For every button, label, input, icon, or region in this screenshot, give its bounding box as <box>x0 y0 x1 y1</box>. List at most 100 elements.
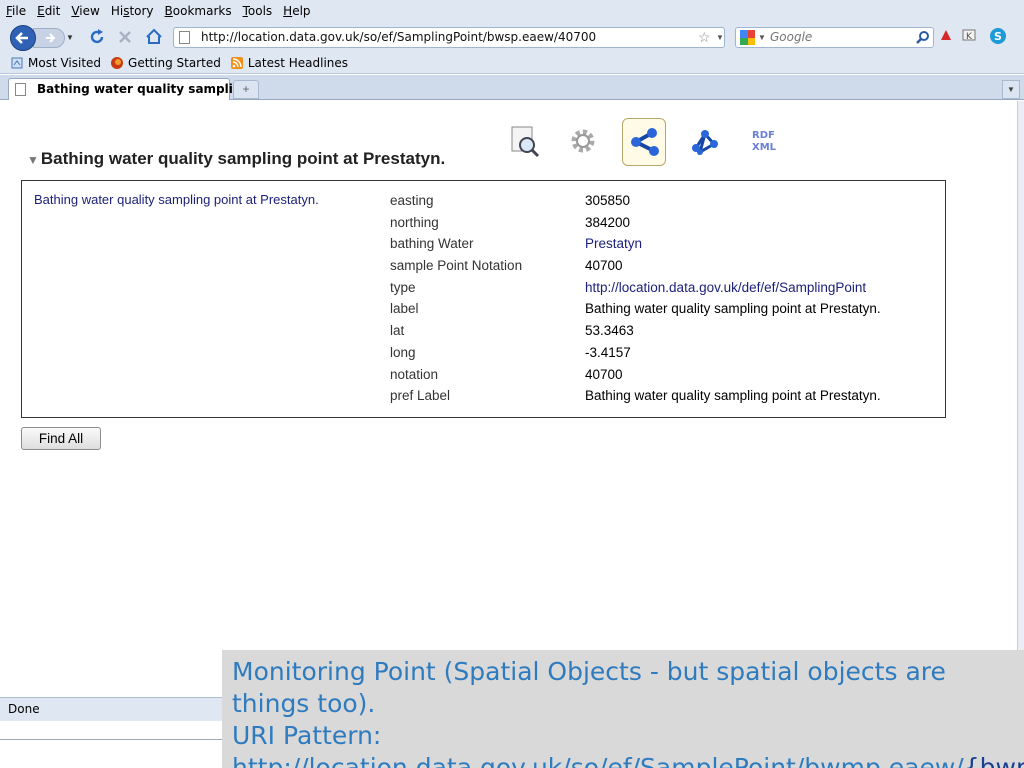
property-value: -3.4157 <box>585 344 631 360</box>
menu-item-accesskey: E <box>37 4 45 18</box>
property-value: 384200 <box>585 214 631 230</box>
page-title: Bathing water quality sampling point at … <box>40 149 446 168</box>
graph-nodes-icon <box>631 128 659 156</box>
google-icon[interactable] <box>740 30 755 45</box>
menu-item-text: dit <box>44 4 61 18</box>
menu-item[interactable]: Help <box>283 4 310 18</box>
view-settings-button[interactable] <box>561 118 605 166</box>
addon-red-icon[interactable] <box>938 27 954 43</box>
view-inspect-button[interactable] <box>503 118 547 166</box>
property-key: easting <box>390 193 434 208</box>
property-value: 53.3463 <box>585 323 634 339</box>
history-dropdown-icon[interactable]: ▼ <box>66 33 74 42</box>
menu-item[interactable]: View <box>71 4 99 18</box>
forward-arrow-icon <box>46 33 56 43</box>
property-key: type <box>390 279 416 295</box>
bookmark-label: Latest Headlines <box>247 55 349 70</box>
home-icon[interactable] <box>145 28 163 46</box>
bookmark-label: Most Visited <box>28 55 102 70</box>
uri-prefix: http://location.data.gov.uk/so/ef/Sample… <box>232 753 964 768</box>
back-button[interactable] <box>10 25 36 51</box>
menu-item-text: elp <box>292 4 311 18</box>
menu-bar: File Edit View History Bookmarks Tools Help <box>0 0 1024 22</box>
search-input[interactable] <box>770 30 910 44</box>
svg-text:S: S <box>994 30 1002 43</box>
rss-icon <box>230 56 243 69</box>
status-text: Done <box>8 702 40 716</box>
navigation-toolbar: ▼ http://location.data.gov.uk/so/ef/Samp… <box>0 22 1024 52</box>
skype-icon[interactable]: S <box>988 26 1008 46</box>
property-value: 305850 <box>585 193 631 208</box>
most-visited-icon <box>11 57 23 68</box>
caption-uri-link[interactable]: http://location.data.gov.uk/so/ef/Sample… <box>232 753 1024 768</box>
view-rdf-xml-button[interactable]: RDF XML <box>742 118 786 166</box>
back-arrow-icon <box>15 32 28 44</box>
menu-item-text: ookmarks <box>172 4 232 18</box>
magnifier-document-icon <box>511 126 540 158</box>
bookmark-getting-started[interactable]: Getting Started <box>110 56 221 70</box>
tab-bathing-water[interactable]: Bathing water quality sampli... <box>8 78 247 100</box>
uri-variable: {bwmpId} <box>963 753 1024 768</box>
menu-item[interactable]: File <box>6 4 26 18</box>
forward-button[interactable] <box>33 28 65 48</box>
property-value: 40700 <box>585 366 623 382</box>
stop-icon[interactable] <box>116 28 134 46</box>
slide-caption: Monitoring Point (Spatial Objects - but … <box>222 650 1024 768</box>
xml-label: XML <box>752 142 777 153</box>
view-graph-button[interactable] <box>622 118 666 166</box>
bookmark-label: Getting Started <box>128 55 221 70</box>
caption-line-1: Monitoring Point (Spatial Objects - but … <box>232 657 946 718</box>
menu-item[interactable]: Tools <box>243 4 273 18</box>
bookmark-star-icon[interactable]: ☆ <box>698 29 711 46</box>
search-icon[interactable] <box>916 30 930 44</box>
resource-panel: Bathing water quality sampling point at … <box>21 180 946 418</box>
address-bar[interactable]: http://location.data.gov.uk/so/ef/Sampli… <box>173 27 725 48</box>
collapse-triangle-icon[interactable]: ▼ <box>27 153 39 167</box>
page-icon <box>179 31 190 44</box>
network-graph-icon <box>692 130 718 156</box>
menu-item-text: Hi <box>110 4 124 18</box>
property-key: sample Point Notation <box>390 258 523 274</box>
property-key: bathing Water <box>390 236 474 252</box>
property-key: label <box>390 301 419 317</box>
property-value: 40700 <box>585 258 623 274</box>
url-dropdown-icon[interactable]: ▼ <box>716 33 724 42</box>
property-key: northing <box>390 214 439 230</box>
property-value-link[interactable]: Prestatyn <box>585 236 642 251</box>
view-network-button[interactable] <box>683 118 727 166</box>
rdf-label: RDF <box>752 130 775 141</box>
addon-grey-icon[interactable]: K <box>961 27 977 43</box>
rdf-xml-icon: RDF XML <box>752 130 777 153</box>
menu-item-text: ile <box>12 4 27 18</box>
find-all-button[interactable]: Find All <box>21 427 101 450</box>
bookmark-most-visited[interactable]: Most Visited <box>10 56 101 70</box>
property-value: Bathing water quality sampling point at … <box>585 301 881 317</box>
firefox-icon <box>111 56 124 69</box>
property-key: long <box>390 344 416 360</box>
bookmark-latest-headlines[interactable]: Latest Headlines <box>230 56 348 70</box>
menu-item-text: ools <box>247 4 273 18</box>
page-content: ▼ Bathing water quality sampling point at… <box>0 101 1017 697</box>
subject-link[interactable]: Bathing water quality sampling point at … <box>34 192 319 207</box>
new-tab-button[interactable]: + <box>233 80 259 99</box>
menu-item[interactable]: Edit <box>37 4 60 18</box>
menu-item-text: tory <box>129 4 154 18</box>
property-value: Bathing water quality sampling point at … <box>585 388 881 404</box>
menu-item-text: iew <box>79 4 100 18</box>
list-all-tabs-button[interactable]: ▼ <box>1002 80 1020 99</box>
menu-item[interactable]: Bookmarks <box>165 4 232 18</box>
vertical-scrollbar[interactable] <box>1017 101 1024 697</box>
reload-icon[interactable] <box>88 28 106 46</box>
bookmarks-toolbar: Most Visited Getting Started Latest Head… <box>0 52 1024 74</box>
gear-icon <box>571 129 595 153</box>
property-value-link[interactable]: http://location.data.gov.uk/def/ef/Sampl… <box>585 280 866 295</box>
menu-item-accesskey: H <box>283 4 293 18</box>
search-bar[interactable]: ▼ <box>735 27 934 48</box>
menu-item[interactable]: History <box>111 4 154 18</box>
tab-title: Bathing water quality sampli... <box>37 82 247 96</box>
search-engine-dropdown-icon[interactable]: ▼ <box>758 33 766 42</box>
page-title-row: ▼ Bathing water quality sampling point at… <box>27 149 445 169</box>
menu-item-accesskey: B <box>164 4 173 18</box>
address-url[interactable]: http://location.data.gov.uk/so/ef/Sampli… <box>201 30 596 44</box>
view-switcher: RDF XML <box>503 118 793 168</box>
